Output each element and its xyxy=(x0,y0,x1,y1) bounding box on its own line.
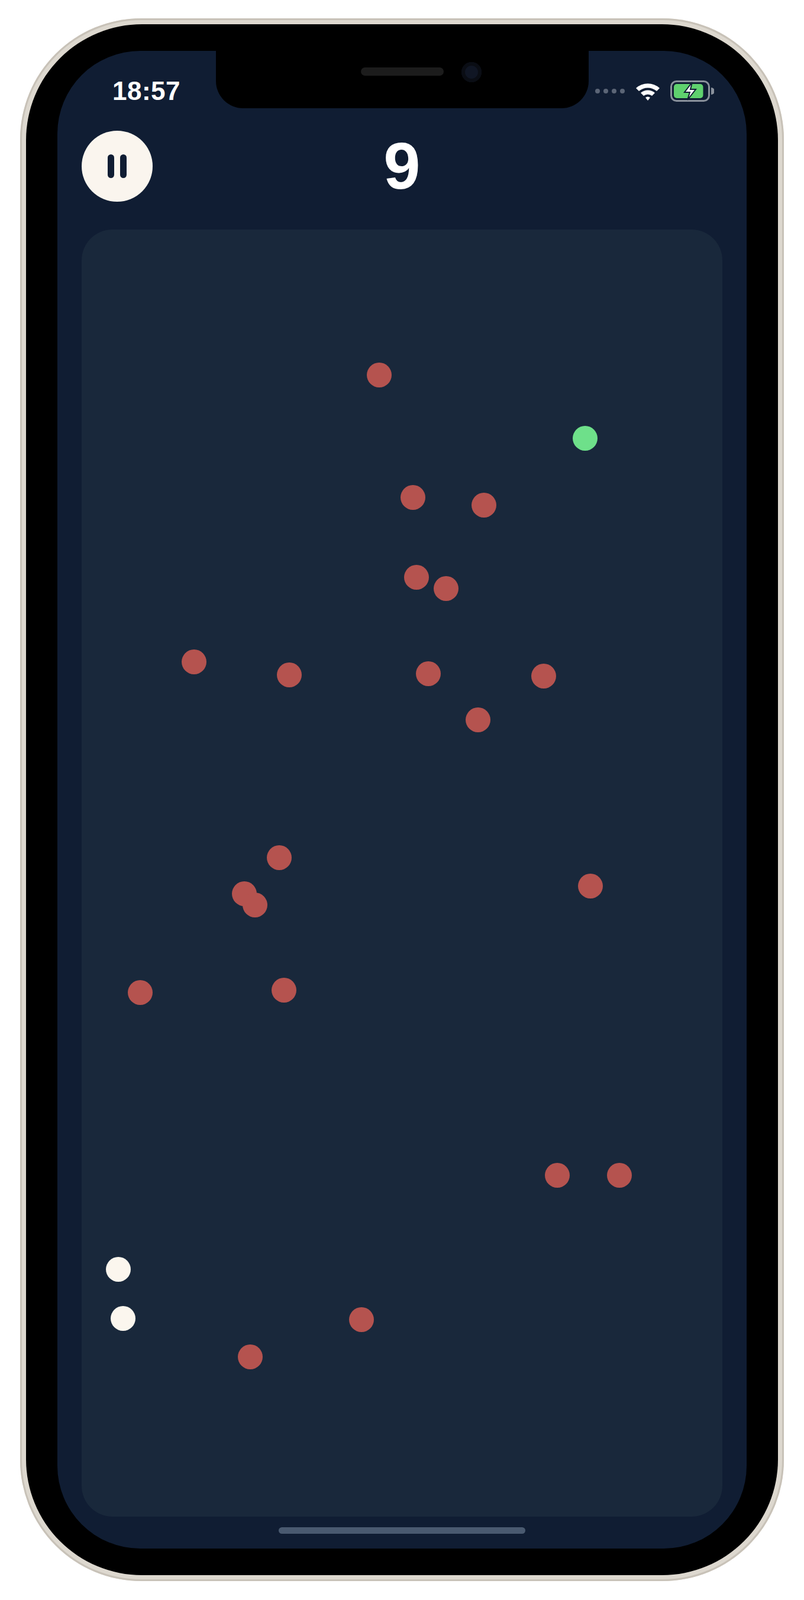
enemy-dot xyxy=(400,485,426,510)
target-dot xyxy=(572,425,598,451)
home-indicator[interactable] xyxy=(278,1527,526,1535)
enemy-dot xyxy=(606,1163,632,1188)
clock: 18:57 xyxy=(112,71,181,111)
pause-icon xyxy=(105,153,129,180)
enemy-dot xyxy=(531,663,557,689)
header: 9 xyxy=(81,130,723,202)
speaker-icon xyxy=(360,67,444,76)
enemy-dot xyxy=(433,576,459,602)
screen: 18:57 xyxy=(57,50,747,1549)
enemy-dot xyxy=(237,1344,263,1370)
enemy-dot xyxy=(415,661,441,687)
charging-bolt-icon xyxy=(684,82,696,100)
enemy-dot xyxy=(266,845,292,871)
battery-track xyxy=(671,81,710,101)
notch xyxy=(215,50,589,109)
enemy-dot xyxy=(349,1307,374,1333)
enemy-dot xyxy=(578,873,603,899)
enemy-dot xyxy=(127,980,153,1006)
enemy-dot xyxy=(465,707,491,733)
enemy-dot xyxy=(276,662,302,688)
enemy-dot xyxy=(544,1163,570,1188)
enemy-dot xyxy=(366,362,392,388)
camera-icon xyxy=(461,62,482,83)
enemy-dot xyxy=(271,977,297,1003)
game-board[interactable] xyxy=(81,229,723,1517)
phone-frame: 18:57 xyxy=(20,18,784,1582)
player-dot[interactable] xyxy=(105,1257,131,1283)
score: 9 xyxy=(383,133,421,200)
wifi-icon xyxy=(634,81,661,102)
player-dot[interactable] xyxy=(110,1306,136,1332)
pause-button[interactable] xyxy=(81,130,153,202)
battery-icon xyxy=(670,80,715,102)
enemy-dot xyxy=(181,649,207,675)
cellular-signal-icon xyxy=(594,87,626,95)
enemy-dot xyxy=(404,564,429,590)
enemy-dot xyxy=(471,492,497,518)
enemy-dot xyxy=(242,892,268,918)
